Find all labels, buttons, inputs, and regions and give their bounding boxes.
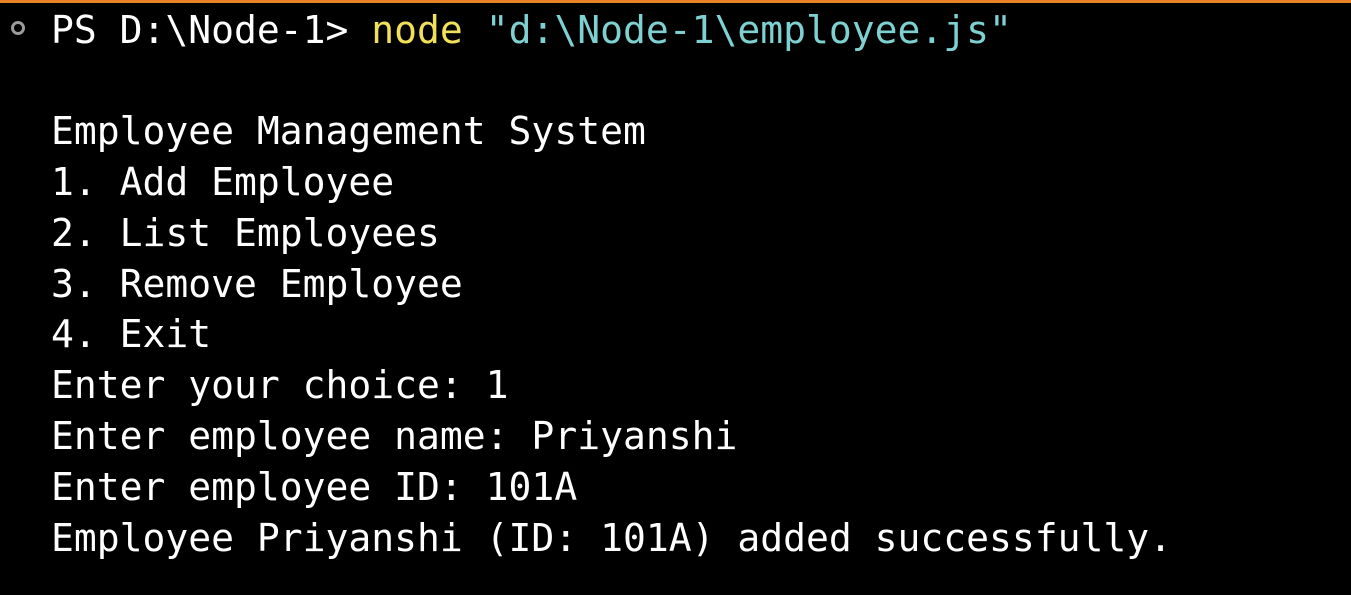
output-line-success: Employee Priyanshi (ID: 101A) added succ… bbox=[51, 516, 1173, 560]
prompt-line: PS D:\Node-1> node "d:\Node-1\employee.j… bbox=[51, 5, 1012, 55]
prompt-text: PS D:\Node-1> bbox=[51, 8, 372, 52]
command-argument: "d:\Node-1\employee.js" bbox=[462, 8, 1012, 52]
command-decoration-icon[interactable] bbox=[11, 21, 25, 35]
output-line-menu-add: 1. Add Employee bbox=[51, 160, 395, 204]
output-line-menu-exit: 4. Exit bbox=[51, 312, 212, 356]
output-line-id: Enter employee ID: 101A bbox=[51, 465, 578, 509]
terminal-panel[interactable]: PS D:\Node-1> node "d:\Node-1\employee.j… bbox=[0, 0, 1351, 595]
output-line-menu-list: 2. List Employees bbox=[51, 211, 440, 255]
output-line-choice: Enter your choice: 1 bbox=[51, 363, 509, 407]
output-line-name: Enter employee name: Priyanshi bbox=[51, 414, 738, 458]
command-text: node bbox=[371, 8, 463, 52]
output-line-title: Employee Management System bbox=[51, 109, 646, 153]
output-line-menu-remove: 3. Remove Employee bbox=[51, 262, 463, 306]
